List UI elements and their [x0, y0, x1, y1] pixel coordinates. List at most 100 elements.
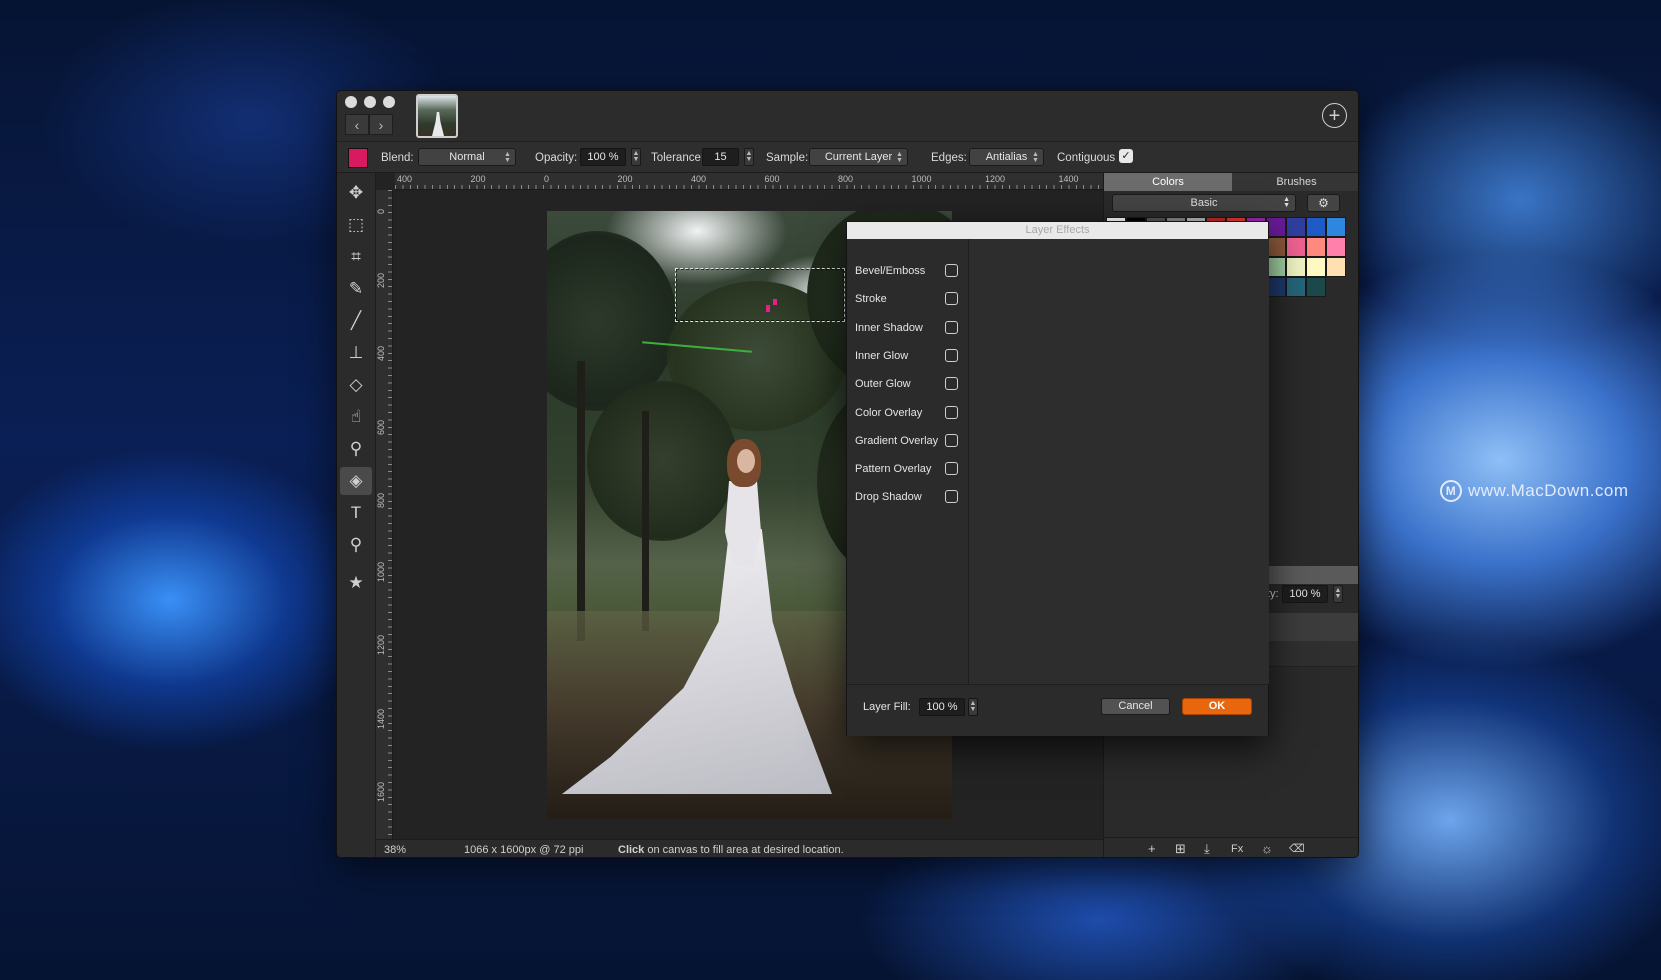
document-thumbnail[interactable] [416, 94, 458, 138]
dodge-tool-icon[interactable]: ⚲ [340, 435, 372, 463]
hint-text: Click on canvas to fill area at desired … [618, 844, 844, 856]
color-swatch[interactable] [1286, 217, 1306, 237]
zoom-tool-icon[interactable]: ⚲ [340, 531, 372, 559]
color-swatch[interactable] [1286, 277, 1306, 297]
effect-checkbox[interactable] [945, 292, 958, 306]
contiguous-label: Contiguous [1057, 152, 1116, 164]
effect-label: Pattern Overlay [855, 463, 932, 476]
ruler-v-tick-label: 400 [376, 345, 386, 361]
ruler-h-tick-label: 1400 [1058, 174, 1079, 184]
layer-opacity-field[interactable]: 100 % [1282, 585, 1328, 603]
color-swatch[interactable] [1326, 237, 1346, 257]
layer-opacity-stepper[interactable]: ▲ ▼ [1333, 585, 1343, 603]
color-swatch[interactable] [1266, 217, 1286, 237]
eraser-tool-icon[interactable]: ◇ [340, 371, 372, 399]
color-swatch[interactable] [1306, 237, 1326, 257]
layer-fill-stepper[interactable]: ▲ ▼ [968, 698, 978, 716]
minimize-window-button[interactable] [364, 96, 376, 108]
effect-checkbox[interactable] [945, 264, 958, 277]
dialog-title: Layer Effects [847, 222, 1268, 239]
back-button[interactable]: ‹ [345, 114, 369, 135]
opacity-field[interactable]: 100 % [580, 148, 626, 166]
ruler-h-tick-label: 800 [838, 174, 854, 184]
palette-select[interactable]: Basic ▲ ▼ [1112, 194, 1296, 212]
effect-row[interactable]: Pattern Overlay [847, 459, 969, 479]
color-swatch[interactable] [1306, 217, 1326, 237]
marquee-tool-icon[interactable]: ⬚ [340, 211, 372, 239]
effect-checkbox[interactable] [945, 433, 958, 447]
eyedropper-tool-icon[interactable]: ✎ [340, 275, 372, 303]
color-swatch[interactable] [1266, 237, 1286, 257]
color-swatch[interactable] [1286, 237, 1306, 257]
effect-row[interactable]: Outer Glow [847, 374, 969, 394]
color-swatch[interactable] [1306, 257, 1326, 277]
delete-layer-icon[interactable]: ⌫ [1289, 842, 1305, 855]
layer-effects-icon[interactable]: Fx [1231, 843, 1243, 855]
color-swatch[interactable] [1266, 277, 1286, 297]
ruler-h-tick-label: 400 [397, 174, 413, 184]
group-layer-icon[interactable]: ⊞ [1175, 841, 1186, 857]
effect-checkbox[interactable] [945, 462, 958, 476]
primary-color-swatch[interactable] [348, 148, 368, 168]
close-window-button[interactable] [345, 96, 357, 108]
ruler-h-tick-label: 200 [470, 174, 486, 184]
ruler-h-tick-label: 600 [764, 174, 780, 184]
brush-tool-icon[interactable]: ╱ [340, 307, 372, 335]
effect-row[interactable]: Drop Shadow [847, 487, 969, 507]
ruler-v-tick-label: 1400 [376, 708, 386, 729]
smudge-tool-icon[interactable]: ☝ [340, 403, 372, 431]
effect-label: Stroke [855, 293, 887, 306]
sample-label: Sample: [766, 152, 809, 164]
edges-label: Edges: [931, 152, 967, 164]
sample-select[interactable]: Current Layer ▲ ▼ [809, 148, 908, 166]
blend-select[interactable]: Normal ▲ ▼ [418, 148, 516, 166]
contiguous-checkbox[interactable]: ✓ [1119, 149, 1133, 163]
edges-select[interactable]: Antialias ▲ ▼ [969, 148, 1044, 166]
palette-settings-gear-icon[interactable]: ⚙ [1307, 194, 1340, 212]
effect-row[interactable]: Color Overlay [847, 403, 969, 423]
tab-colors[interactable]: Colors [1104, 173, 1232, 191]
paint-bucket-tool-icon[interactable]: ◈ [340, 467, 372, 495]
ruler-v-tick-label: 600 [376, 419, 386, 435]
stamp-tool-icon[interactable]: ⊥ [340, 339, 372, 367]
zoom-window-button[interactable] [383, 96, 395, 108]
add-document-button[interactable]: + [1322, 103, 1347, 128]
ok-button[interactable]: OK [1182, 698, 1252, 715]
marquee-selection[interactable] [675, 268, 845, 322]
adjustments-icon[interactable]: ☼ [1261, 841, 1273, 856]
effect-row[interactable]: Gradient Overlay [847, 431, 969, 451]
text-tool-icon[interactable]: T [340, 499, 372, 527]
title-bar: ‹ › + [337, 91, 1358, 141]
effect-row[interactable]: Inner Shadow [847, 318, 969, 338]
effect-checkbox[interactable] [945, 405, 958, 419]
merge-down-icon[interactable]: ⤓ [1204, 841, 1210, 857]
color-swatch[interactable] [1286, 257, 1306, 277]
add-layer-icon[interactable]: + [1148, 841, 1156, 856]
tolerance-stepper[interactable]: ▲ ▼ [744, 148, 754, 166]
effect-checkbox[interactable] [945, 490, 958, 504]
effect-row[interactable]: Stroke [847, 289, 969, 309]
effect-row[interactable]: Bevel/Emboss [847, 261, 969, 281]
effect-checkbox[interactable] [945, 320, 958, 334]
effect-checkbox[interactable] [945, 348, 958, 362]
effect-label: Color Overlay [855, 406, 923, 419]
color-swatch[interactable] [1306, 277, 1326, 297]
cancel-button[interactable]: Cancel [1101, 698, 1170, 715]
color-swatch[interactable] [1266, 257, 1286, 277]
move-tool-icon[interactable]: ✥ [340, 179, 372, 207]
forward-button[interactable]: › [369, 114, 393, 135]
color-swatch[interactable] [1326, 217, 1346, 237]
effect-checkbox[interactable] [945, 377, 958, 391]
effect-row[interactable]: Inner Glow [847, 346, 969, 366]
effect-settings-area [969, 239, 1269, 684]
favorites-star-icon[interactable]: ★ [340, 569, 372, 597]
layer-effects-dialog: Layer Effects Bevel/Emboss Stroke Inner Sh… [846, 221, 1269, 736]
effect-label: Inner Glow [855, 349, 909, 362]
opacity-stepper[interactable]: ▲ ▼ [631, 148, 641, 166]
layer-fill-field[interactable]: 100 % [919, 698, 965, 716]
tab-brushes[interactable]: Brushes [1232, 173, 1358, 191]
zoom-level[interactable]: 38% [384, 844, 406, 856]
crop-tool-icon[interactable]: ⌗ [340, 243, 372, 271]
color-swatch[interactable] [1326, 257, 1346, 277]
tolerance-field[interactable]: 15 [702, 148, 739, 166]
